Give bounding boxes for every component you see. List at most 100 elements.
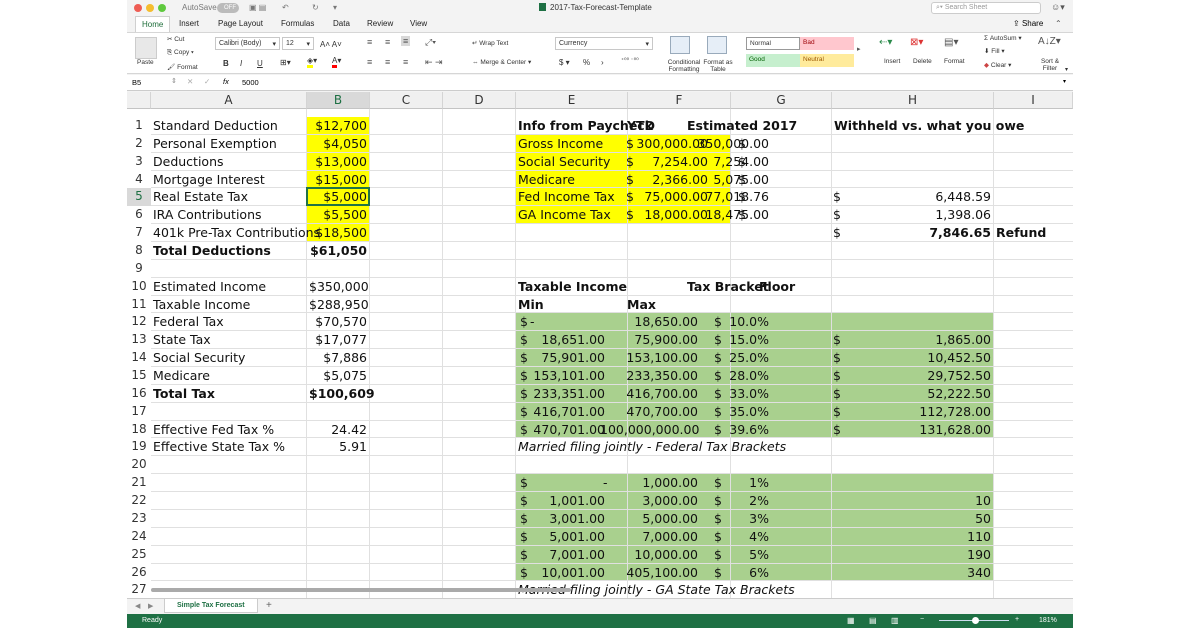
row-label[interactable]: Standard Deduction	[153, 117, 304, 135]
align-center-icon[interactable]: ≡	[385, 57, 390, 67]
row-header-6[interactable]: 6	[127, 206, 151, 225]
bracket-min[interactable]: 5,001.00	[498, 528, 605, 546]
row-header-25[interactable]: 25	[127, 545, 151, 564]
paycheck-label[interactable]: Gross Income	[518, 135, 625, 153]
bold-button[interactable]: B	[223, 59, 229, 68]
minimize-window-button[interactable]	[146, 4, 154, 12]
bracket-min[interactable]: 233,351.00	[498, 385, 605, 403]
row-value[interactable]: $5,500	[309, 206, 367, 224]
row-header-21[interactable]: 21	[127, 474, 151, 493]
bracket-floor[interactable]: 340	[834, 564, 991, 582]
bracket-floor[interactable]: 29,752.50	[834, 367, 991, 385]
zoom-slider-thumb[interactable]	[972, 617, 979, 624]
row-header-8[interactable]: 8	[127, 242, 151, 260]
redo-icon[interactable]: ↻	[312, 3, 319, 12]
horizontal-scrollbar[interactable]	[151, 588, 571, 593]
orientation-icon[interactable]: ⤢▾	[425, 37, 436, 48]
row-value[interactable]: $7,886	[309, 349, 367, 367]
copy-button[interactable]: ⎘ Copy ▾	[167, 49, 194, 57]
bracket-min[interactable]: 18,651.00	[498, 331, 605, 349]
decimal-buttons[interactable]: ⁺⁰⁰ ⁻⁰⁰	[621, 57, 639, 64]
maximize-window-button[interactable]	[158, 4, 166, 12]
worksheet-grid[interactable]: A B C D E F G H I 1 2 3 4 5 6 7 8 9 10 11 12 13 14 15 16 17 18 19 20…	[127, 92, 1073, 598]
row-value[interactable]: $12,700	[309, 117, 367, 135]
borders-button[interactable]: ⊞▾	[280, 58, 291, 67]
expand-formula-bar-icon[interactable]: ▾	[1063, 78, 1066, 85]
row-header-20[interactable]: 20	[127, 456, 151, 475]
row-header-23[interactable]: 23	[127, 509, 151, 528]
bracket-rate[interactable]: 28.0%	[673, 367, 769, 385]
zoom-out-button[interactable]: −	[920, 616, 924, 623]
font-size-select[interactable]: 12 ▾	[282, 37, 314, 50]
paycheck-label[interactable]: Social Security	[518, 153, 625, 171]
page-layout-view-button[interactable]: ▤	[869, 616, 877, 625]
row-label[interactable]: Total Deductions	[153, 242, 304, 260]
style-neutral[interactable]: Neutral	[800, 54, 854, 67]
row-label[interactable]: IRA Contributions	[153, 206, 304, 224]
style-bad[interactable]: Bad	[800, 37, 854, 50]
format-cells-button[interactable]: Format	[944, 58, 965, 65]
tab-page-layout[interactable]: Page Layout	[212, 18, 269, 29]
align-bottom-icon[interactable]: ≡	[401, 36, 411, 46]
comma-style-button[interactable]: ›	[601, 58, 604, 67]
style-normal[interactable]: Normal	[746, 37, 800, 50]
row-header-13[interactable]: 13	[127, 331, 151, 350]
tab-data[interactable]: Data	[327, 18, 356, 29]
delete-cells-button[interactable]: Delete	[913, 58, 932, 65]
bracket-rate[interactable]: 1%	[673, 474, 769, 492]
confirm-formula-icon[interactable]: ✓	[204, 77, 210, 86]
row-value[interactable]: $15,000	[309, 171, 367, 189]
column-header-g[interactable]: G	[731, 92, 832, 109]
row-value[interactable]: $350,000	[309, 278, 369, 296]
column-header-f[interactable]: F	[628, 92, 731, 109]
estimated-value[interactable]: 7,254.00	[673, 153, 769, 171]
bracket-floor[interactable]: 52,222.50	[834, 385, 991, 403]
row-value[interactable]: $5,000	[309, 188, 367, 206]
row-value[interactable]: 5.91	[309, 438, 367, 456]
tab-view[interactable]: View	[404, 18, 433, 29]
bracket-min[interactable]: 1,001.00	[498, 492, 605, 510]
row-header-24[interactable]: 24	[127, 527, 151, 546]
row-header-22[interactable]: 22	[127, 492, 151, 510]
formula-input[interactable]: 5000	[242, 78, 259, 87]
undo-icon[interactable]: ↶	[282, 3, 289, 12]
save-icon[interactable]: ▣ ▤	[249, 3, 266, 12]
zoom-in-button[interactable]: +	[1015, 616, 1019, 623]
indent-icons[interactable]: ⇤ ⇥	[425, 57, 443, 68]
name-box-stepper[interactable]: ⇕	[171, 77, 177, 85]
bracket-floor[interactable]: 10,452.50	[834, 349, 991, 367]
row-header-16[interactable]: 16	[127, 384, 151, 403]
accounting-format-button[interactable]: $ ▾	[559, 58, 570, 67]
bracket-rate[interactable]: 39.6%	[673, 421, 769, 439]
row-header-10[interactable]: 10	[127, 277, 151, 296]
estimated-value[interactable]: 350,000.00	[673, 135, 769, 153]
bracket-min[interactable]: 153,101.00	[498, 367, 605, 385]
row-label[interactable]: State Tax	[153, 331, 304, 349]
bracket-rate[interactable]: 2%	[673, 492, 769, 510]
refund-label[interactable]: Refund	[996, 224, 1070, 242]
row-label[interactable]: Social Security	[153, 349, 304, 367]
sheet-tab-simple-tax-forecast[interactable]: Simple Tax Forecast	[164, 599, 258, 613]
withheld-diff[interactable]: 6,448.59	[834, 188, 991, 206]
next-sheet-icon[interactable]: ▶	[148, 602, 153, 610]
column-header-c[interactable]: C	[370, 92, 443, 109]
style-good[interactable]: Good	[746, 54, 800, 67]
bracket-min[interactable]: 10,001.00	[498, 564, 605, 582]
smiley-feedback-icon[interactable]: ☺▾	[1051, 2, 1065, 13]
row-value[interactable]: $288,950	[309, 296, 369, 314]
paycheck-label[interactable]: GA Income Tax	[518, 206, 625, 224]
font-name-select[interactable]: Calibri (Body) ▾	[215, 37, 280, 50]
paste-icon[interactable]	[135, 37, 157, 59]
row-header-17[interactable]: 17	[127, 402, 151, 421]
row-label[interactable]: Medicare	[153, 367, 304, 385]
bracket-min[interactable]: 470,701.00	[498, 421, 605, 439]
bracket-rate[interactable]: 3%	[673, 510, 769, 528]
close-window-button[interactable]	[134, 4, 142, 12]
row-header-14[interactable]: 14	[127, 349, 151, 368]
name-box[interactable]: B5	[132, 78, 141, 87]
bracket-rate[interactable]: 15.0%	[673, 331, 769, 349]
wrap-text-button[interactable]: ↵ Wrap Text	[472, 39, 508, 47]
row-label[interactable]: Real Estate Tax	[153, 188, 304, 206]
column-header-b[interactable]: B	[307, 92, 370, 109]
bracket-rate[interactable]: 5%	[673, 546, 769, 564]
